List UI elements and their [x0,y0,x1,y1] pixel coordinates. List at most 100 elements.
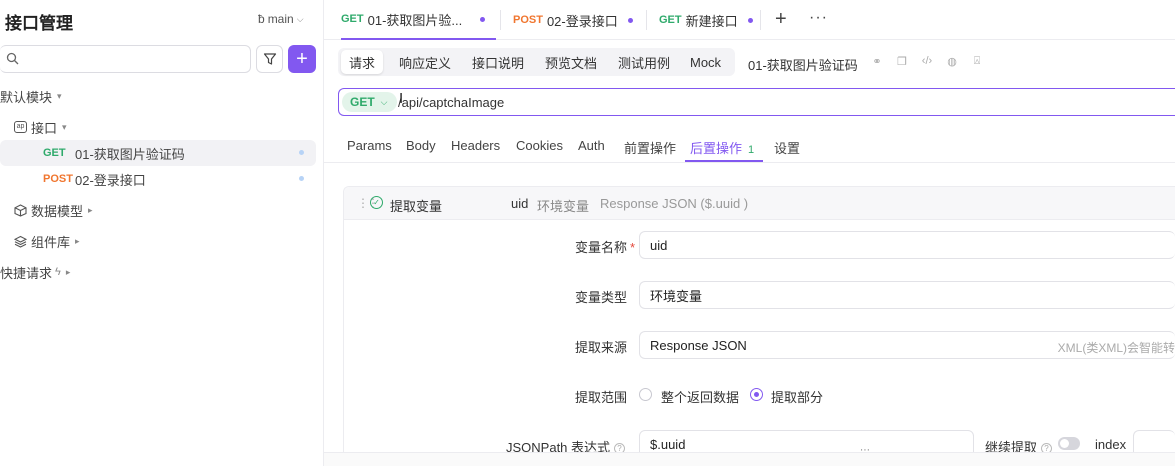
branch-selector[interactable]: ƀ main ⌵ [258,12,304,26]
extract-title: 提取变量 [390,199,443,214]
tree-api-folder[interactable]: ap 接口 ▾ [14,114,67,140]
tab-headers[interactable]: Headers [451,138,500,153]
chevron-down-icon: ⌵ [380,96,388,107]
enabled-check-icon[interactable]: ✓ [370,196,383,209]
status-dot [299,176,304,181]
search-icon [6,52,19,65]
extract-type-summary: 环境变量 [537,199,590,214]
quick-request-label: 快捷请求 [0,265,53,281]
components-label: 组件库 [31,234,71,250]
caret-down-icon: ▾ [57,90,62,101]
tab-pre-ops[interactable]: 前置操作 [624,138,676,157]
resize-handle-icon[interactable]: ⋯ [860,445,871,456]
method-label: GET [350,95,375,109]
extract-source-summary: Response JSON ($.uuid ) [600,196,749,211]
tab-settings[interactable]: 设置 [774,138,800,157]
search-input[interactable] [22,49,242,69]
data-model-label: 数据模型 [31,203,84,219]
tree-item-post-login[interactable]: POST 02-登录接口 [0,166,316,192]
copy-icon[interactable]: ❐ [895,54,909,68]
tree-item-get-captcha[interactable]: GET 01-获取图片验证码 [0,140,316,166]
unsaved-dot [747,17,753,23]
search-box[interactable] [0,45,251,73]
tab-title: 新建接口 [685,13,738,29]
subtab-preview-doc[interactable]: 预览文档 [537,50,605,74]
extract-panel-header[interactable]: ⋮⋮ ✓ 提取变量 uid 环境变量 Response JSON ($.uuid… [344,187,1175,220]
tree-data-model[interactable]: 数据模型 ▸ [14,197,93,223]
tab-post-login[interactable]: POST 02-登录接口 [513,0,633,40]
subtab-response-def[interactable]: 响应定义 [391,50,459,74]
source-select[interactable]: Response JSON XML(类XML)会智能转 [639,331,1175,359]
sub-tab-group: 请求 响应定义 接口说明 预览文档 测试用例 Mock [338,48,735,76]
api-name[interactable]: 01-获取图片验证码 [748,55,858,74]
tree-components[interactable]: 组件库 ▸ [14,228,80,254]
var-name-field[interactable]: uid [639,231,1175,259]
subtab-test-cases[interactable]: 测试用例 [610,50,678,74]
api-folder-icon: ap [14,121,27,133]
tab-divider [646,10,647,30]
tab-title: 02-登录接口 [546,13,618,29]
var-type-select[interactable]: 环境变量 [639,281,1175,309]
tree-default-module[interactable]: 默认模块 ▾ [0,83,62,109]
method-badge: POST [43,173,73,185]
cube-icon [14,203,27,217]
lock-icon[interactable]: ⍓ [970,54,984,68]
method-badge: GET [43,147,66,159]
tree-quick-request[interactable]: 快捷请求 ϟ ▸ [0,259,70,285]
continue-extract-toggle[interactable] [1058,437,1080,450]
tab-params[interactable]: Params [347,138,392,153]
filter-button[interactable] [256,45,283,73]
active-tab-indicator [685,160,763,162]
globe-icon[interactable]: ◍ [945,54,959,68]
add-button[interactable]: + [288,45,316,73]
tab-get-captcha[interactable]: GET 01-获取图片验... [341,0,496,40]
tab-new-api[interactable]: GET 新建接口 [659,0,753,40]
method-badge: GET [341,13,364,25]
add-tab-button[interactable]: + [775,8,787,31]
subtab-api-doc[interactable]: 接口说明 [464,50,532,74]
more-tabs-button[interactable]: ··· [809,9,828,27]
sidebar: 接口管理 ƀ main ⌵ + 默认模块 ▾ ap 接口 ▾ GET 01-获取… [0,0,324,466]
caret-right-icon: ▸ [75,235,80,246]
tab-post-ops[interactable]: 后置操作 1 [690,138,754,157]
scope-option-all[interactable]: 整个返回数据 [661,387,739,406]
subtab-request[interactable]: 请求 [341,50,384,74]
horizontal-scrollbar[interactable] [324,452,1175,466]
scope-label: 提取范围 [575,390,628,405]
tab-auth[interactable]: Auth [578,138,605,153]
tab-cookies[interactable]: Cookies [516,138,563,153]
url-input[interactable]: /api/captchaImage [398,95,504,110]
unsaved-dot [480,16,486,22]
scope-option-part[interactable]: 提取部分 [771,387,823,406]
tree-item-label: 01-获取图片验证码 [75,146,185,162]
subtab-mock[interactable]: Mock [682,50,729,74]
scope-radio-part[interactable] [750,388,763,401]
tab-body[interactable]: Body [406,138,436,153]
method-badge: POST [513,14,543,26]
code-icon[interactable]: ‹/› [920,54,934,68]
branch-name: main [267,12,294,26]
var-name-label-text: 变量名称 [575,240,628,255]
tab-divider [760,10,761,30]
caret-down-icon: ▾ [62,121,67,132]
post-ops-count: 1 [748,144,755,156]
index-label: index [1095,437,1127,452]
extract-var-summary: uid [511,196,529,211]
tab-post-ops-label: 后置操作 [690,141,743,156]
required-mark: * [630,240,636,255]
method-select[interactable]: GET ⌵ [342,92,397,112]
layers-icon [14,235,27,248]
link-icon[interactable]: ⚭ [870,54,884,68]
status-dot [299,150,304,155]
url-bar[interactable]: GET ⌵ /api/captchaImage I [338,88,1175,116]
filter-icon [263,53,276,65]
scope-radio-all[interactable] [639,388,652,401]
source-label: 提取来源 [575,340,628,355]
chevron-down-icon: ⌵ [296,13,304,24]
var-type-label: 变量类型 [575,290,628,305]
source-hint: XML(类XML)会智能转 [1057,341,1175,355]
tree-item-label: 02-登录接口 [75,172,146,188]
extract-variable-panel: ⋮⋮ ✓ 提取变量 uid 环境变量 Response JSON ($.uuid… [343,186,1175,466]
request-tab-bar: GET 01-获取图片验... POST 02-登录接口 GET 新建接口 + … [324,0,1175,40]
var-name-label: 变量名称 * [575,237,635,256]
